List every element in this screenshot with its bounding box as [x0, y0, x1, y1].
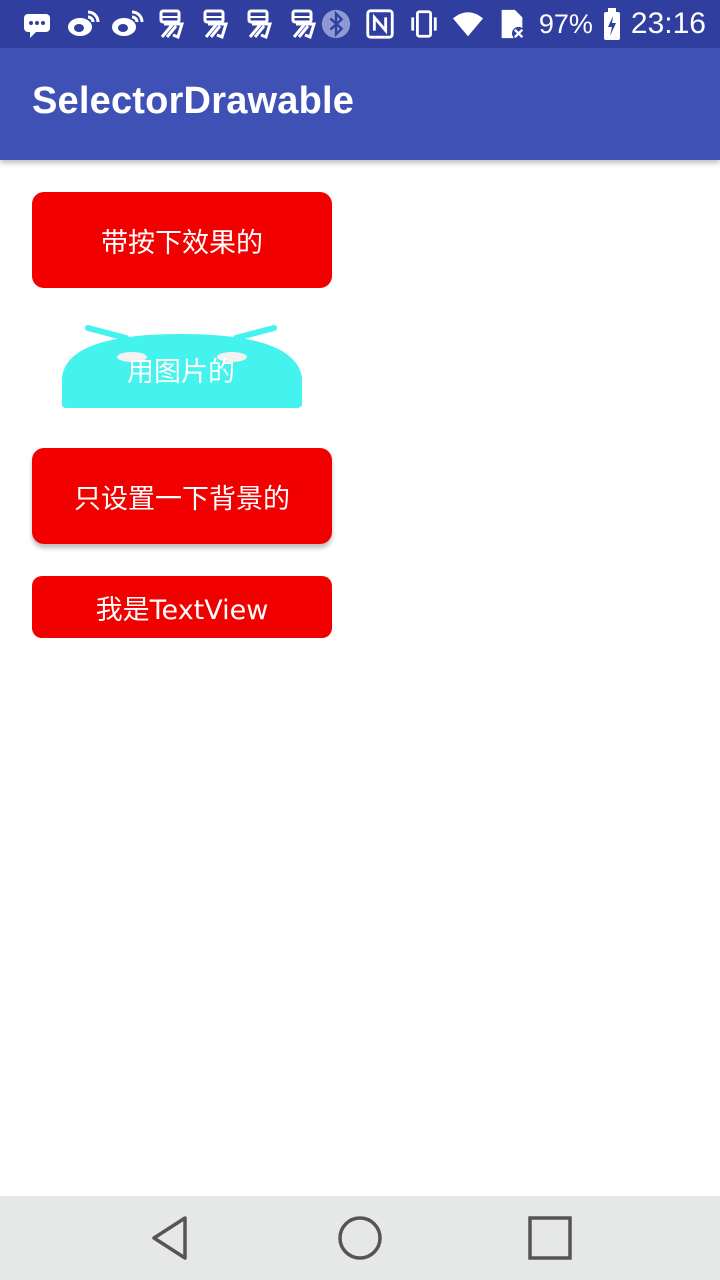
system-icons: 97% 23:16: [319, 6, 706, 42]
wifi-icon: [452, 12, 483, 37]
home-icon[interactable]: [330, 1210, 390, 1266]
pressed-effect-button[interactable]: 带按下效果的: [32, 192, 332, 288]
yi-icon: [291, 9, 317, 39]
vibrate-icon: [411, 10, 437, 38]
app-bar: SelectorDrawable: [0, 48, 720, 160]
sim-icon: [501, 9, 526, 40]
background-only-button[interactable]: 只设置一下背景的: [32, 448, 332, 544]
clock: 23:16: [630, 7, 706, 40]
message-icon: [24, 14, 50, 38]
yi-icon: [159, 9, 185, 39]
bluetooth-icon: [321, 9, 350, 39]
image-button-label: 用图片的: [127, 357, 235, 388]
battery-icon: [603, 8, 620, 40]
navigation-bar: [0, 1196, 720, 1280]
status-bar: 97% 23:16: [0, 0, 720, 48]
page-title: SelectorDrawable: [32, 80, 355, 122]
weibo-icon: [68, 10, 100, 36]
yi-icon: [247, 9, 273, 39]
back-icon[interactable]: [140, 1210, 200, 1266]
weibo-icon: [112, 10, 144, 36]
yi-icon: [203, 9, 229, 39]
textview[interactable]: 我是TextView: [32, 576, 332, 638]
notification-icons: [22, 8, 320, 40]
image-button[interactable]: 用图片的: [56, 320, 306, 412]
recents-icon[interactable]: [520, 1210, 580, 1266]
battery-percent: 97%: [538, 9, 593, 39]
nfc-icon: [366, 9, 394, 39]
